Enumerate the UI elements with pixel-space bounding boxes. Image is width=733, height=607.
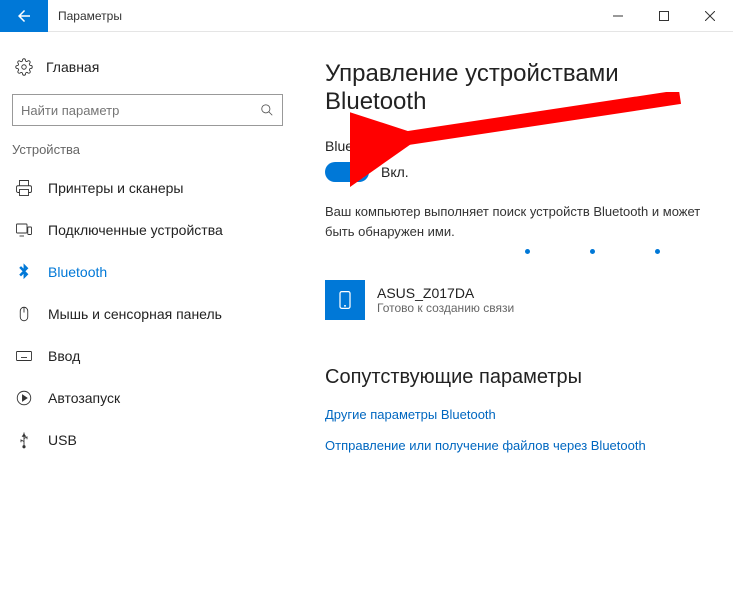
maximize-icon <box>659 11 669 21</box>
toggle-state-label: Вкл. <box>381 164 409 180</box>
sidebar-item-label: Подключенные устройства <box>48 222 223 238</box>
searching-dots <box>325 249 713 254</box>
sidebar: Главная Устройства Принтеры и сканеры По… <box>0 32 295 607</box>
sidebar-item-bluetooth[interactable]: Bluetooth <box>0 251 295 293</box>
bluetooth-toggle[interactable] <box>325 162 369 182</box>
maximize-button[interactable] <box>641 0 687 32</box>
sidebar-section-label: Устройства <box>0 142 295 167</box>
close-button[interactable] <box>687 0 733 32</box>
sidebar-item-label: Автозапуск <box>48 390 120 406</box>
discovery-status-text: Ваш компьютер выполняет поиск устройств … <box>325 202 713 241</box>
phone-icon <box>325 280 365 320</box>
bluetooth-device-item[interactable]: ASUS_Z017DA Готово к созданию связи <box>325 274 713 326</box>
sidebar-item-label: USB <box>48 432 77 448</box>
titlebar: Параметры <box>0 0 733 32</box>
search-icon <box>260 103 274 117</box>
minimize-icon <box>613 11 623 21</box>
link-more-bt-settings[interactable]: Другие параметры Bluetooth <box>325 407 713 422</box>
sidebar-item-label: Принтеры и сканеры <box>48 180 183 196</box>
window-title: Параметры <box>48 9 595 23</box>
usb-icon <box>12 431 36 449</box>
toggle-knob <box>352 165 366 179</box>
autoplay-icon <box>12 389 36 407</box>
content-pane: Управление устройствами Bluetooth Blueto… <box>295 32 733 607</box>
devices-icon <box>12 221 36 239</box>
mouse-icon <box>12 305 36 323</box>
sidebar-item-label: Мышь и сенсорная панель <box>48 306 222 322</box>
sidebar-item-connected[interactable]: Подключенные устройства <box>0 209 295 251</box>
sidebar-item-mouse[interactable]: Мышь и сенсорная панель <box>0 293 295 335</box>
sidebar-home[interactable]: Главная <box>0 50 295 84</box>
sidebar-item-typing[interactable]: Ввод <box>0 335 295 377</box>
keyboard-icon <box>12 347 36 365</box>
gear-icon <box>12 58 36 76</box>
printer-icon <box>12 179 36 197</box>
device-name: ASUS_Z017DA <box>377 285 514 301</box>
minimize-button[interactable] <box>595 0 641 32</box>
window-controls <box>595 0 733 32</box>
page-title: Управление устройствами Bluetooth <box>325 60 713 116</box>
related-heading: Сопутствующие параметры <box>325 366 713 389</box>
sidebar-item-autoplay[interactable]: Автозапуск <box>0 377 295 419</box>
back-button[interactable] <box>0 0 48 32</box>
sidebar-item-label: Bluetooth <box>48 264 107 280</box>
arrow-left-icon <box>15 7 33 25</box>
bluetooth-icon <box>12 263 36 281</box>
device-status: Готово к созданию связи <box>377 301 514 315</box>
sidebar-item-printers[interactable]: Принтеры и сканеры <box>0 167 295 209</box>
sidebar-item-usb[interactable]: USB <box>0 419 295 461</box>
search-box[interactable] <box>12 94 283 126</box>
search-input[interactable] <box>21 103 249 118</box>
bluetooth-label: Bluetooth <box>325 138 713 154</box>
close-icon <box>705 11 715 21</box>
sidebar-home-label: Главная <box>46 59 99 75</box>
link-send-receive-files[interactable]: Отправление или получение файлов через B… <box>325 438 713 453</box>
sidebar-item-label: Ввод <box>48 348 80 364</box>
